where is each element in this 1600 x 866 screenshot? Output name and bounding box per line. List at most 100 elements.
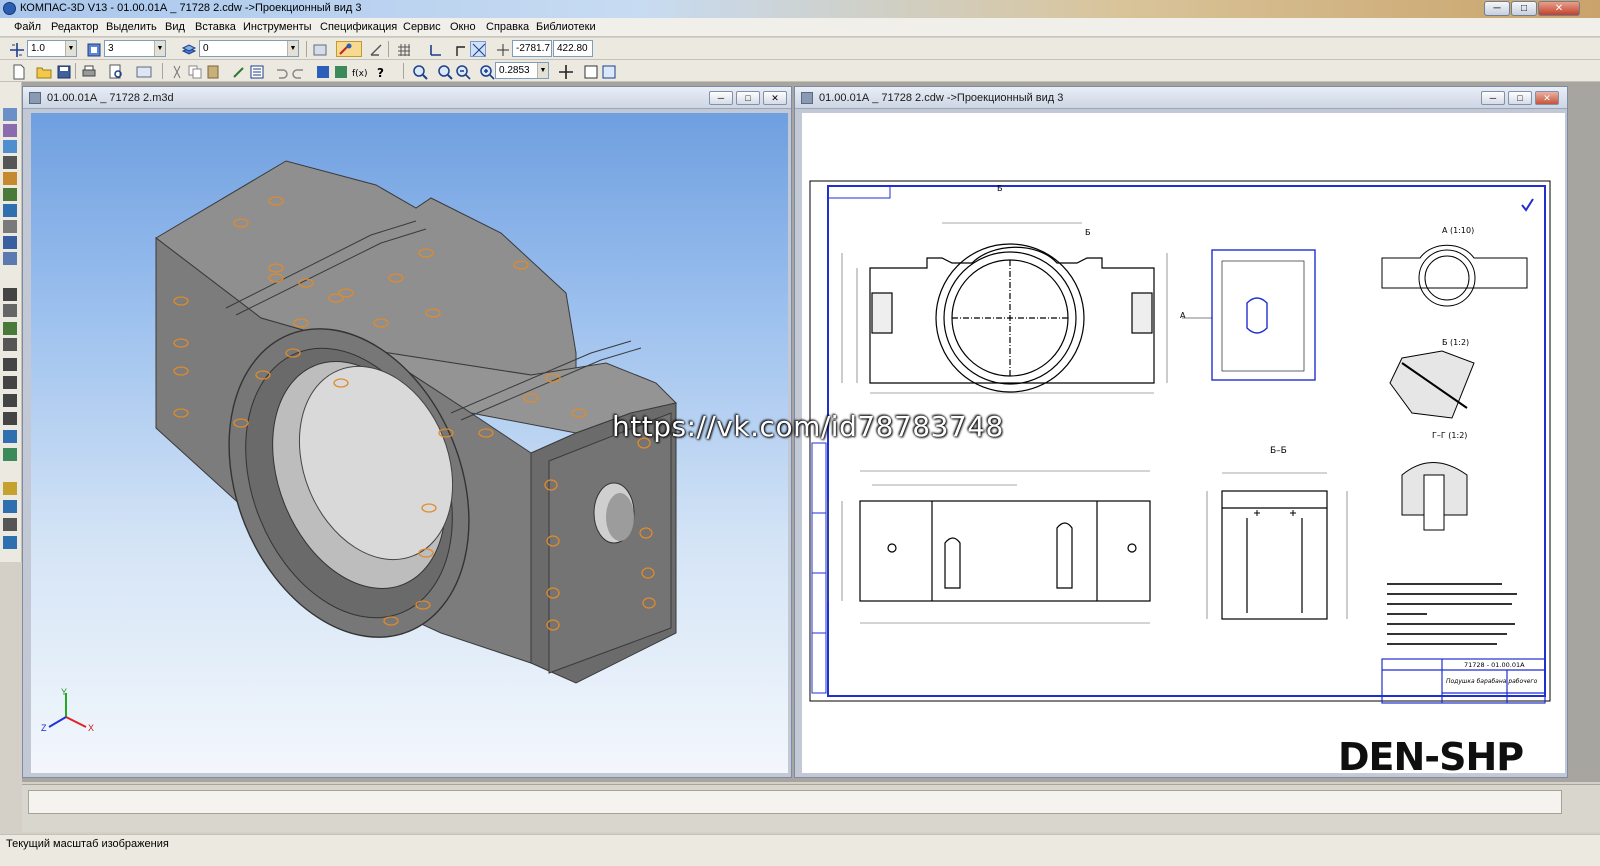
pan-icon[interactable] [557, 63, 573, 79]
drawing-viewport[interactable]: Б Б А А (1:10) Б (1:2) Г–Г (1:2) Б–Б 717… [802, 113, 1565, 773]
measure-icon[interactable] [3, 188, 17, 201]
model-window-titlebar[interactable]: 01.00.01А _ 71728 2.m3d ─ □ ✕ [23, 87, 791, 109]
new-document-icon[interactable] [10, 63, 26, 80]
angle-step-field[interactable]: 3 ▼ [104, 40, 166, 57]
drawing-close-button[interactable]: ✕ [1535, 91, 1559, 105]
zoom-in-icon[interactable] [411, 63, 428, 80]
manager-icon[interactable] [135, 63, 152, 79]
reports-icon[interactable] [3, 252, 17, 265]
geometry-icon[interactable] [3, 108, 17, 121]
base-icon[interactable] [3, 338, 17, 351]
grid-icon[interactable] [395, 41, 411, 57]
variables-icon[interactable] [332, 63, 348, 79]
layer-field[interactable]: 0 ▼ [199, 40, 299, 57]
zoom-window-icon[interactable] [436, 63, 453, 80]
menu-service[interactable]: Сервис [403, 21, 441, 33]
maximize-button[interactable]: □ [1511, 1, 1537, 16]
formula-icon[interactable]: f(x) [350, 63, 368, 79]
tolerance-icon[interactable] [3, 430, 17, 443]
show-all-icon[interactable] [582, 63, 598, 79]
params-icon[interactable] [3, 172, 17, 185]
menu-window[interactable]: Окно [450, 21, 476, 33]
cut-icon[interactable] [168, 63, 184, 79]
edit-icon[interactable] [3, 156, 17, 169]
lightning-icon[interactable] [3, 482, 17, 495]
model-viewport[interactable]: Y X Z [31, 113, 788, 773]
zoom-out-icon[interactable] [454, 63, 471, 80]
menu-insert[interactable]: Вставка [195, 21, 236, 33]
save-icon[interactable] [55, 63, 71, 79]
break-line-icon[interactable] [3, 536, 17, 549]
model-maximize-button[interactable]: □ [736, 91, 760, 105]
menu-select[interactable]: Выделить [106, 21, 157, 33]
chevron-down-icon[interactable]: ▼ [65, 41, 76, 56]
leader-icon[interactable] [3, 358, 17, 371]
position-icon[interactable] [3, 376, 17, 389]
menu-specification[interactable]: Спецификация [320, 21, 397, 33]
round-icon[interactable] [452, 41, 468, 57]
dimensions-icon[interactable] [3, 124, 17, 137]
menu-edit[interactable]: Редактор [51, 21, 98, 33]
ortho-icon[interactable] [427, 41, 443, 57]
zoom-scale-icon[interactable] [478, 63, 495, 80]
assoc-views-icon[interactable] [3, 220, 17, 233]
text-icon[interactable] [3, 288, 17, 301]
drawing-minimize-button[interactable]: ─ [1481, 91, 1505, 105]
menu-view[interactable]: Вид [165, 21, 185, 33]
menu-file[interactable]: Файл [14, 21, 41, 33]
center-mark-icon[interactable] [3, 500, 17, 513]
refresh-icon[interactable] [600, 63, 616, 79]
brand-logo: DEN-SHP [1338, 735, 1524, 779]
local-cs-icon[interactable] [367, 41, 383, 57]
spec-panel-icon[interactable] [3, 236, 17, 249]
snap-toggle-icon[interactable] [470, 41, 486, 57]
copy-icon[interactable] [186, 63, 202, 79]
drawing-maximize-button[interactable]: □ [1508, 91, 1532, 105]
menu-tools[interactable]: Инструменты [243, 21, 312, 33]
format-brush-icon[interactable] [230, 63, 246, 79]
roughness-icon[interactable] [3, 322, 17, 335]
spec-icon[interactable] [248, 63, 264, 79]
toolbar-separator [403, 63, 404, 79]
window-title: КОМПАС-3D V13 - 01.00.01А _ 71728 2.cdw … [20, 2, 362, 14]
model-close-button[interactable]: ✕ [763, 91, 787, 105]
zoom-value: 0.2853 [499, 65, 530, 76]
angle-step-icon[interactable] [85, 41, 101, 57]
undo-icon[interactable] [272, 63, 288, 79]
step-cursor-icon[interactable] [8, 41, 24, 57]
table-icon[interactable] [3, 304, 17, 317]
step-field[interactable]: 1.0 ▼ [27, 40, 77, 57]
redo-icon[interactable] [290, 63, 306, 79]
paste-icon[interactable] [204, 63, 220, 79]
close-button[interactable]: ✕ [1538, 1, 1580, 16]
open-folder-icon[interactable] [35, 63, 52, 79]
help-pointer-icon[interactable]: ? [374, 63, 390, 80]
cursor-coords-icon[interactable] [494, 41, 510, 57]
model-minimize-button[interactable]: ─ [709, 91, 733, 105]
command-input[interactable] [28, 790, 1562, 814]
tree-icon[interactable] [314, 63, 330, 79]
chevron-down-icon[interactable]: ▼ [154, 41, 165, 56]
drawing-window-titlebar[interactable]: 01.00.01А _ 71728 2.cdw ->Проекционный в… [795, 87, 1567, 109]
section-line-icon[interactable] [3, 394, 17, 407]
stamp-name: Подушка барабана рабочего [1446, 678, 1538, 685]
properties-icon[interactable] [311, 41, 327, 57]
layer-icon[interactable] [180, 41, 197, 57]
snap-menu-icon[interactable] [336, 41, 362, 57]
view-arrow-icon[interactable] [3, 412, 17, 425]
toolbar-separator [306, 41, 307, 57]
coord-y-field[interactable]: 422.80 [553, 40, 593, 57]
wave-line-icon[interactable] [3, 518, 17, 531]
chevron-down-icon[interactable]: ▼ [537, 63, 548, 78]
chevron-down-icon[interactable]: ▼ [287, 41, 298, 56]
axis-icon[interactable] [3, 448, 17, 461]
preview-icon[interactable] [107, 63, 123, 79]
zoom-field[interactable]: 0.2853 ▼ [495, 62, 549, 79]
coord-x-field[interactable]: -2781.7 [512, 40, 552, 57]
menu-libraries[interactable]: Библиотеки [536, 21, 596, 33]
minimize-button[interactable]: ─ [1484, 1, 1510, 16]
symbols-icon[interactable] [3, 140, 17, 153]
print-icon[interactable] [80, 63, 96, 79]
select-icon[interactable] [3, 204, 17, 217]
menu-help[interactable]: Справка [486, 21, 529, 33]
